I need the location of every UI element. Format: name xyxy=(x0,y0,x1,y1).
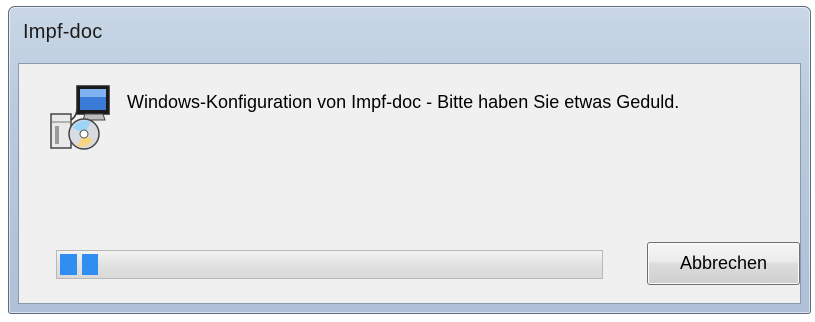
progress-fill xyxy=(60,254,98,275)
title-bar[interactable]: Impf-doc xyxy=(9,7,810,59)
status-message: Windows-Konfiguration von Impf-doc - Bit… xyxy=(127,92,680,112)
installer-icon xyxy=(47,84,113,154)
installer-dialog-window: Impf-doc Windows-Konfiguration von Impf-… xyxy=(8,6,811,314)
dialog-content: Windows-Konfiguration von Impf-doc - Bit… xyxy=(18,63,801,304)
window-title: Impf-doc xyxy=(23,21,103,43)
progress-bar xyxy=(56,250,603,279)
cancel-button[interactable]: Abbrechen xyxy=(647,242,800,285)
